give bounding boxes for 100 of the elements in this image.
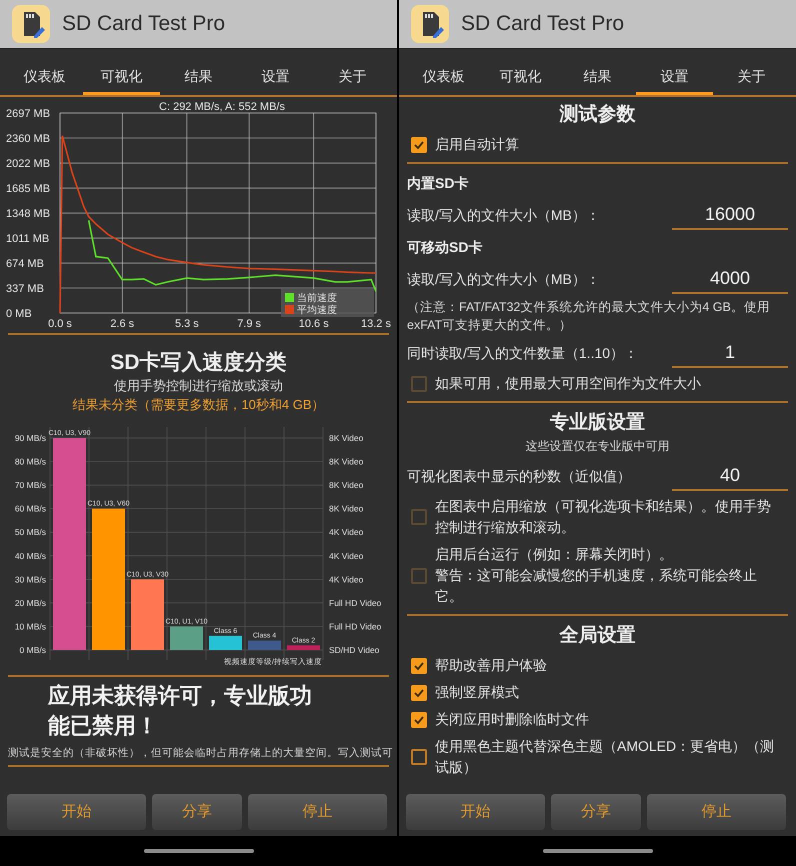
video-class-label: 4K Video xyxy=(329,574,364,584)
field-label: 读取/写入的文件大小（MB）： xyxy=(407,270,600,288)
tab[interactable]: 设置 xyxy=(636,61,713,95)
speed-bar xyxy=(131,579,164,650)
x-axis-label: 5.3 s xyxy=(174,318,199,330)
checkbox-option[interactable]: 强制竖屏模式 xyxy=(399,679,796,706)
number-field[interactable]: 16000 xyxy=(672,200,788,230)
section-title: SD卡写入速度分类 xyxy=(110,350,287,376)
field-label: 读取/写入的文件大小（MB）： xyxy=(407,206,600,224)
section-heading: 全局设置 xyxy=(558,624,636,648)
section-heading: 测试参数 xyxy=(558,102,636,127)
option-label: 如果可用，使用最大可用空间作为文件大小 xyxy=(435,374,701,393)
video-class-label: Full HD Video xyxy=(329,621,382,632)
checkbox-option[interactable]: 帮助改善用户体验 xyxy=(399,652,796,679)
action-button[interactable]: 开始 xyxy=(7,794,146,830)
y-axis-label: 337 MB xyxy=(6,283,44,295)
section-subtitle: 这些设置仅在专业版中可用 xyxy=(524,439,670,453)
y-axis-label: 1685 MB xyxy=(6,183,50,196)
legend-label: 平均速度 xyxy=(297,304,337,316)
video-class-label: 8K Video xyxy=(329,504,364,514)
number-field[interactable]: 1 xyxy=(672,338,788,368)
video-class-label: 4K Video xyxy=(329,527,364,538)
y-axis-label: 50 MB/s xyxy=(14,527,46,538)
chart-title: C: 292 MB/s, A: 552 MB/s xyxy=(159,101,285,113)
tab[interactable]: 仪表板 xyxy=(405,61,482,95)
checkbox[interactable] xyxy=(411,136,427,152)
checkbox-option[interactable]: 使用黑色主题代替深色主题（AMOLED：更省电）（测试版） xyxy=(399,733,796,781)
option-label: 关闭应用时删除临时文件 xyxy=(435,710,589,729)
x-axis-label: 13.2 s xyxy=(361,318,391,330)
speed-bar xyxy=(248,640,281,650)
checkbox[interactable] xyxy=(411,684,427,700)
x-axis-label: 2.6 s xyxy=(110,318,134,330)
y-axis-label: 20 MB/s xyxy=(14,598,46,608)
video-class-label: Full HD Video xyxy=(329,598,382,608)
action-button[interactable]: 停止 xyxy=(647,794,786,830)
tab[interactable]: 仪表板 xyxy=(6,61,83,95)
checkbox[interactable] xyxy=(411,749,427,765)
x-axis-label: 7.9 s xyxy=(237,318,262,330)
tab[interactable]: 关于 xyxy=(314,61,391,95)
video-class-label: 8K Video xyxy=(329,456,364,467)
check-icon xyxy=(413,138,425,150)
y-axis-label: 2697 MB xyxy=(6,108,50,120)
tab[interactable]: 关于 xyxy=(713,61,790,95)
speed-bar xyxy=(170,626,203,650)
speed-bar xyxy=(209,636,242,650)
y-axis-label: 60 MB/s xyxy=(14,504,46,514)
number-field[interactable]: 40 xyxy=(672,461,788,491)
action-button[interactable]: 分享 xyxy=(551,794,641,830)
sd-card-icon xyxy=(411,5,449,43)
check-icon xyxy=(413,686,425,698)
group-label: 可移动SD卡 xyxy=(406,238,484,257)
file-size-note: （注意：FAT/FAT32文件系统允许的最大文件大小为4 GB。使用exFAT可支持更大的文件。） xyxy=(406,299,771,334)
checkbox[interactable] xyxy=(411,658,427,674)
tab[interactable]: 设置 xyxy=(237,61,314,95)
checkbox-option[interactable]: 启用自动计算 xyxy=(399,131,796,158)
y-axis-label: 10 MB/s xyxy=(14,621,46,632)
video-class-label: 8K Video xyxy=(329,480,364,490)
x-axis-label: 0.0 s xyxy=(48,318,72,330)
y-axis-label: 1348 MB xyxy=(6,208,50,220)
check-icon xyxy=(413,660,425,672)
option-label: 帮助改善用户体验 xyxy=(435,656,547,675)
action-button[interactable]: 开始 xyxy=(406,794,545,830)
checkbox[interactable] xyxy=(411,712,427,728)
tab[interactable]: 可视化 xyxy=(83,61,160,95)
y-axis-label: 0 MB xyxy=(6,308,32,320)
legend-label: 当前速度 xyxy=(297,292,337,304)
field-label: 同时读取/写入的文件数量（1..10）： xyxy=(407,344,638,362)
tab[interactable]: 可视化 xyxy=(482,61,559,95)
option-label: 使用黑色主题代替深色主题（AMOLED：更省电）（测试版） xyxy=(435,737,776,777)
y-axis-label: 80 MB/s xyxy=(14,456,46,467)
check-icon xyxy=(413,714,425,726)
section-subtitle: 使用手势控制进行缩放或滚动 xyxy=(114,377,283,395)
tab[interactable]: 结果 xyxy=(559,61,636,95)
field-label: 可视化图表中显示的秒数（近似值） xyxy=(407,466,631,486)
speed-bar xyxy=(287,645,320,650)
checkbox-option[interactable]: 关闭应用时删除临时文件 xyxy=(399,706,796,733)
tab[interactable]: 结果 xyxy=(160,61,237,95)
option-label: 启用后台运行（例如：屏幕关闭时）。 xyxy=(435,545,674,564)
y-axis-label: 40 MB/s xyxy=(14,550,46,561)
y-axis-label: 90 MB/s xyxy=(14,433,46,443)
option-label: 在图表中启用缩放（可视化选项卡和结果）。使用手势控制进行缩放和滚动。 xyxy=(435,497,772,537)
action-button[interactable]: 分享 xyxy=(152,794,242,830)
classification-note: 结果未分类（需要更多数据，10秒和4 GB） xyxy=(72,396,325,414)
y-axis-label: 674 MB xyxy=(6,258,44,270)
number-field[interactable]: 4000 xyxy=(672,264,788,294)
warning-text: 警告：这可能会减慢您的手机速度，系统可能会终止它。 xyxy=(435,566,758,606)
option-label: 强制竖屏模式 xyxy=(435,683,519,702)
group-label: 内置SD卡 xyxy=(406,174,470,193)
section-heading: 专业版设置 xyxy=(549,410,646,435)
app-title: SD Card Test Pro xyxy=(62,11,226,38)
y-axis-label: 2022 MB xyxy=(6,158,50,170)
action-button[interactable]: 停止 xyxy=(248,794,387,830)
video-class-label: 8K Video xyxy=(329,433,364,443)
video-class-label: 4K Video xyxy=(329,550,364,561)
y-axis-label: 0 MB/s xyxy=(20,645,46,655)
license-warning: 应用未获得许可，专业版功能已禁用！ xyxy=(46,682,313,740)
option-label: 启用自动计算 xyxy=(435,135,519,154)
x-axis-label: 10.6 s xyxy=(298,318,329,330)
sd-card-icon xyxy=(12,5,50,43)
y-axis-label: 1011 MB xyxy=(6,233,50,246)
